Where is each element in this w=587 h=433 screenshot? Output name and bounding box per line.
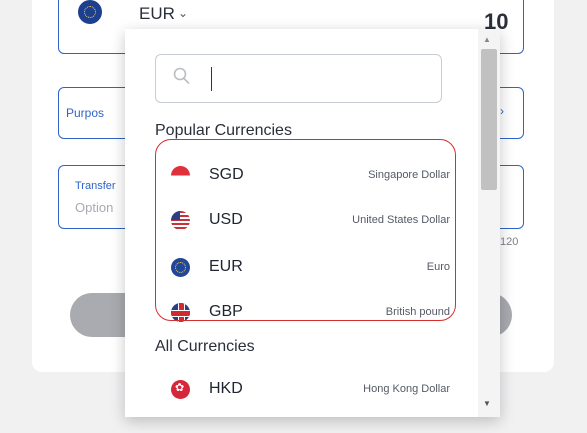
currency-dropdown: Popular Currencies SGD Singapore Dollar … [125,29,500,417]
popular-currencies-highlight [155,139,456,321]
transfer-note-label: Transfer [75,180,116,192]
eu-flag-icon [78,0,102,24]
dropdown-scrollbar[interactable]: ▲ ▼ [478,29,500,417]
currency-name: Hong Kong Dollar [363,383,450,395]
char-count: 120 [500,236,519,248]
transfer-note-placeholder: Option [75,200,114,215]
scrollbar-thumb[interactable] [481,49,497,190]
chevron-right-icon: › [500,104,504,118]
from-currency-code[interactable]: EUR [139,4,175,24]
currency-search-input[interactable] [155,54,442,103]
search-icon [173,67,190,84]
currency-option-hkd[interactable]: HKD Hong Kong Dollar [153,372,458,406]
text-cursor [211,67,212,91]
all-currencies-heading: All Currencies [155,338,255,355]
purpose-label: Purpos [66,106,105,120]
chevron-down-icon[interactable]: ⌄ [178,6,188,20]
scroll-up-arrow-icon[interactable]: ▲ [483,35,491,44]
currency-code: HKD [209,380,243,397]
scroll-down-arrow-icon[interactable]: ▼ [483,399,491,408]
hk-flag-icon [171,380,190,399]
popular-currencies-heading: Popular Currencies [155,122,292,139]
